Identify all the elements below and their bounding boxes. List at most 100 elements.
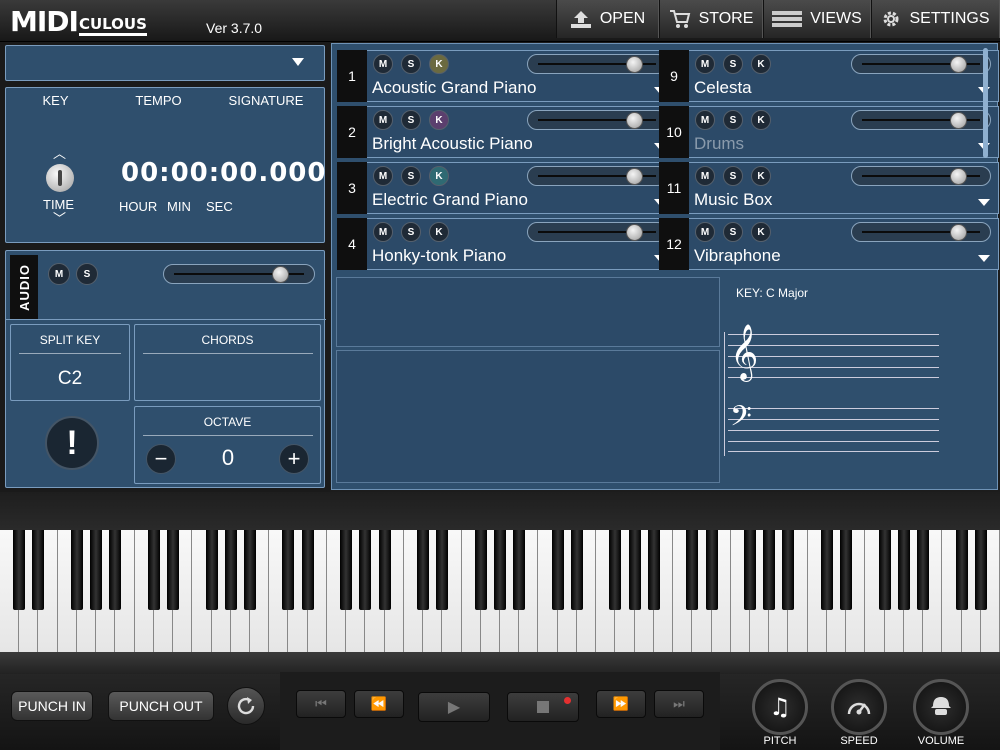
black-key[interactable] xyxy=(70,530,83,610)
stop-button[interactable] xyxy=(507,692,579,722)
track-keyboard-button[interactable]: K xyxy=(429,222,449,242)
track-solo-button[interactable]: S xyxy=(401,166,421,186)
black-key[interactable] xyxy=(340,530,353,610)
signature-label[interactable]: SIGNATURE xyxy=(216,93,316,108)
track-row[interactable]: 3 M S K Electric Grand Piano xyxy=(337,162,675,214)
keyboard-scroll-strip[interactable] xyxy=(0,652,1000,674)
track-mute-button[interactable]: M xyxy=(695,166,715,186)
black-key[interactable] xyxy=(705,530,718,610)
chevron-down-icon[interactable]: ﹀ xyxy=(53,208,66,227)
rewind-button[interactable]: ⏪ xyxy=(354,690,404,718)
go-to-end-button[interactable]: ⏭ xyxy=(654,690,704,718)
track-volume-slider[interactable] xyxy=(851,222,991,242)
track-volume-slider[interactable] xyxy=(851,54,991,74)
black-key[interactable] xyxy=(378,530,391,610)
track-row[interactable]: 2 M S K Bright Acoustic Piano xyxy=(337,106,675,158)
black-key[interactable] xyxy=(955,530,968,610)
black-key[interactable] xyxy=(147,530,160,610)
black-key[interactable] xyxy=(686,530,699,610)
track-row[interactable]: 4 M S K Honky-tonk Piano xyxy=(337,218,675,270)
track-strip[interactable]: M S K Electric Grand Piano xyxy=(367,162,675,214)
track-keyboard-button[interactable]: K xyxy=(429,166,449,186)
track-row[interactable]: 9 M S K Celesta xyxy=(659,50,999,102)
split-key-box[interactable]: SPLIT KEY C2 xyxy=(10,324,130,401)
black-key[interactable] xyxy=(282,530,295,610)
black-key[interactable] xyxy=(13,530,26,610)
loop-button[interactable] xyxy=(227,687,265,725)
track-keyboard-button[interactable]: K xyxy=(751,222,771,242)
slider-knob[interactable] xyxy=(625,168,643,185)
black-key[interactable] xyxy=(301,530,314,610)
track-row[interactable]: 1 M S K Acoustic Grand Piano xyxy=(337,50,675,102)
black-key[interactable] xyxy=(744,530,756,610)
track-strip[interactable]: M S K Acoustic Grand Piano xyxy=(367,50,675,102)
black-key[interactable] xyxy=(820,530,833,610)
track-solo-button[interactable]: S xyxy=(401,222,421,242)
black-key[interactable] xyxy=(109,530,122,610)
black-key[interactable] xyxy=(628,530,641,610)
track-row[interactable]: 11 M S K Music Box xyxy=(659,162,999,214)
store-button[interactable]: STORE xyxy=(659,0,763,38)
black-key[interactable] xyxy=(647,530,660,610)
black-key[interactable] xyxy=(840,530,853,610)
audio-mute-button[interactable]: M xyxy=(48,263,70,285)
track-strip[interactable]: M S K Vibraphone xyxy=(689,218,999,270)
track-row[interactable]: 12 M S K Vibraphone xyxy=(659,218,999,270)
black-key[interactable] xyxy=(90,530,103,610)
track-keyboard-button[interactable]: K xyxy=(429,110,449,130)
song-selector[interactable] xyxy=(5,45,325,81)
black-key[interactable] xyxy=(224,530,237,610)
alert-button[interactable]: ! xyxy=(45,416,99,470)
black-key[interactable] xyxy=(974,530,987,610)
slider-knob[interactable] xyxy=(271,266,289,283)
track-volume-slider[interactable] xyxy=(851,110,991,130)
track-keyboard-button[interactable]: K xyxy=(751,110,771,130)
track-solo-button[interactable]: S xyxy=(723,54,743,74)
track-mute-button[interactable]: M xyxy=(373,110,393,130)
black-key[interactable] xyxy=(917,530,930,610)
track-mute-button[interactable]: M xyxy=(695,222,715,242)
black-key[interactable] xyxy=(244,530,256,610)
tempo-label[interactable]: TEMPO xyxy=(121,93,196,108)
piano-keyboard[interactable] xyxy=(0,530,1000,652)
time-mode-knob[interactable] xyxy=(46,164,74,192)
black-key[interactable] xyxy=(609,530,622,610)
black-key[interactable] xyxy=(436,530,449,610)
black-key[interactable] xyxy=(167,530,180,610)
track-solo-button[interactable]: S xyxy=(401,110,421,130)
go-to-start-button[interactable]: ⏮ xyxy=(296,690,346,718)
track-mute-button[interactable]: M xyxy=(695,54,715,74)
track-keyboard-button[interactable]: K xyxy=(751,166,771,186)
black-key[interactable] xyxy=(494,530,506,610)
track-strip[interactable]: M S K Music Box xyxy=(689,162,999,214)
speed-dial[interactable] xyxy=(831,679,887,735)
octave-minus-button[interactable]: − xyxy=(146,444,176,474)
black-key[interactable] xyxy=(897,530,910,610)
key-label[interactable]: KEY xyxy=(28,93,83,108)
slider-knob[interactable] xyxy=(949,224,967,241)
open-button[interactable]: OPEN xyxy=(556,0,659,38)
punch-in-button[interactable]: PUNCH IN xyxy=(11,691,93,721)
track-solo-button[interactable]: S xyxy=(723,166,743,186)
fast-forward-button[interactable]: ⏩ xyxy=(596,690,646,718)
track-row[interactable]: 10 M S K Drums xyxy=(659,106,999,158)
track-keyboard-button[interactable]: K xyxy=(429,54,449,74)
black-key[interactable] xyxy=(878,530,891,610)
slider-knob[interactable] xyxy=(949,56,967,73)
views-button[interactable]: VIEWS xyxy=(763,0,871,38)
black-key[interactable] xyxy=(205,530,218,610)
volume-dial[interactable] xyxy=(913,679,969,735)
slider-knob[interactable] xyxy=(949,112,967,129)
track-volume-slider[interactable] xyxy=(527,166,667,186)
black-key[interactable] xyxy=(359,530,372,610)
black-key[interactable] xyxy=(782,530,795,610)
track-volume-slider[interactable] xyxy=(527,54,667,74)
track-volume-slider[interactable] xyxy=(851,166,991,186)
track-strip[interactable]: M S K Celesta xyxy=(689,50,999,102)
track-strip[interactable]: M S K Bright Acoustic Piano xyxy=(367,106,675,158)
chevron-up-icon[interactable]: ︿ xyxy=(53,143,66,162)
slider-knob[interactable] xyxy=(949,168,967,185)
track-solo-button[interactable]: S xyxy=(723,222,743,242)
audio-volume-slider[interactable] xyxy=(163,264,315,284)
audio-solo-button[interactable]: S xyxy=(76,263,98,285)
